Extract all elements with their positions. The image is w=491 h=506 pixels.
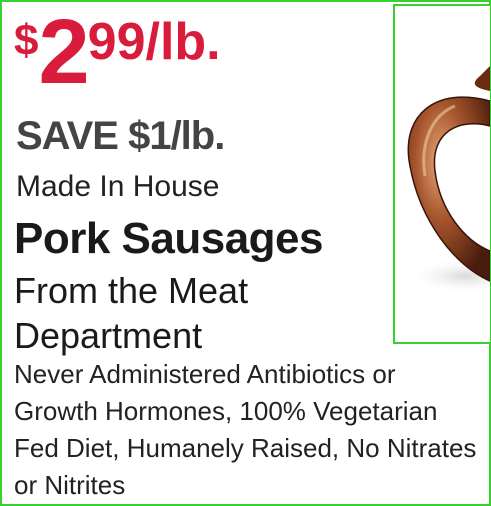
savings-text: SAVE $1/lb. <box>16 114 225 158</box>
product-image[interactable] <box>393 4 491 344</box>
tagline: Made In House <box>16 170 220 203</box>
price-currency: $ <box>14 16 39 65</box>
price-dollars: 2 <box>38 1 89 103</box>
sausage-illustration <box>405 66 490 294</box>
price-cents-unit: 99/lb. <box>87 13 221 71</box>
price-display: $299/lb. <box>14 4 221 100</box>
product-name: Pork Sausages <box>14 214 324 263</box>
department-text: From the Meat Department <box>14 270 249 356</box>
product-description: Never Administered Antibiotics or Growth… <box>14 359 477 500</box>
